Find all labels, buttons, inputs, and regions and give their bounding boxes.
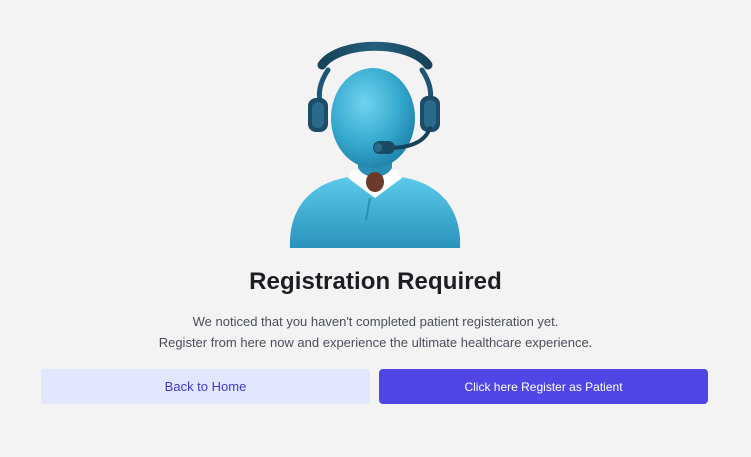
description-line-2: Register from here now and experience th… — [158, 335, 593, 350]
page-title: Registration Required — [249, 268, 502, 295]
support-agent-illustration — [270, 30, 480, 255]
register-as-patient-label: Click here Register as Patient — [464, 379, 623, 394]
back-to-home-button[interactable]: Back to Home — [41, 369, 370, 404]
register-as-patient-button[interactable]: Click here Register as Patient — [379, 369, 708, 404]
registration-required-page: Registration Required We noticed that yo… — [0, 0, 751, 457]
description-line-1: We noticed that you haven't completed pa… — [192, 314, 559, 329]
support-agent-headset-icon — [289, 41, 461, 248]
back-to-home-label: Back to Home — [164, 379, 247, 394]
